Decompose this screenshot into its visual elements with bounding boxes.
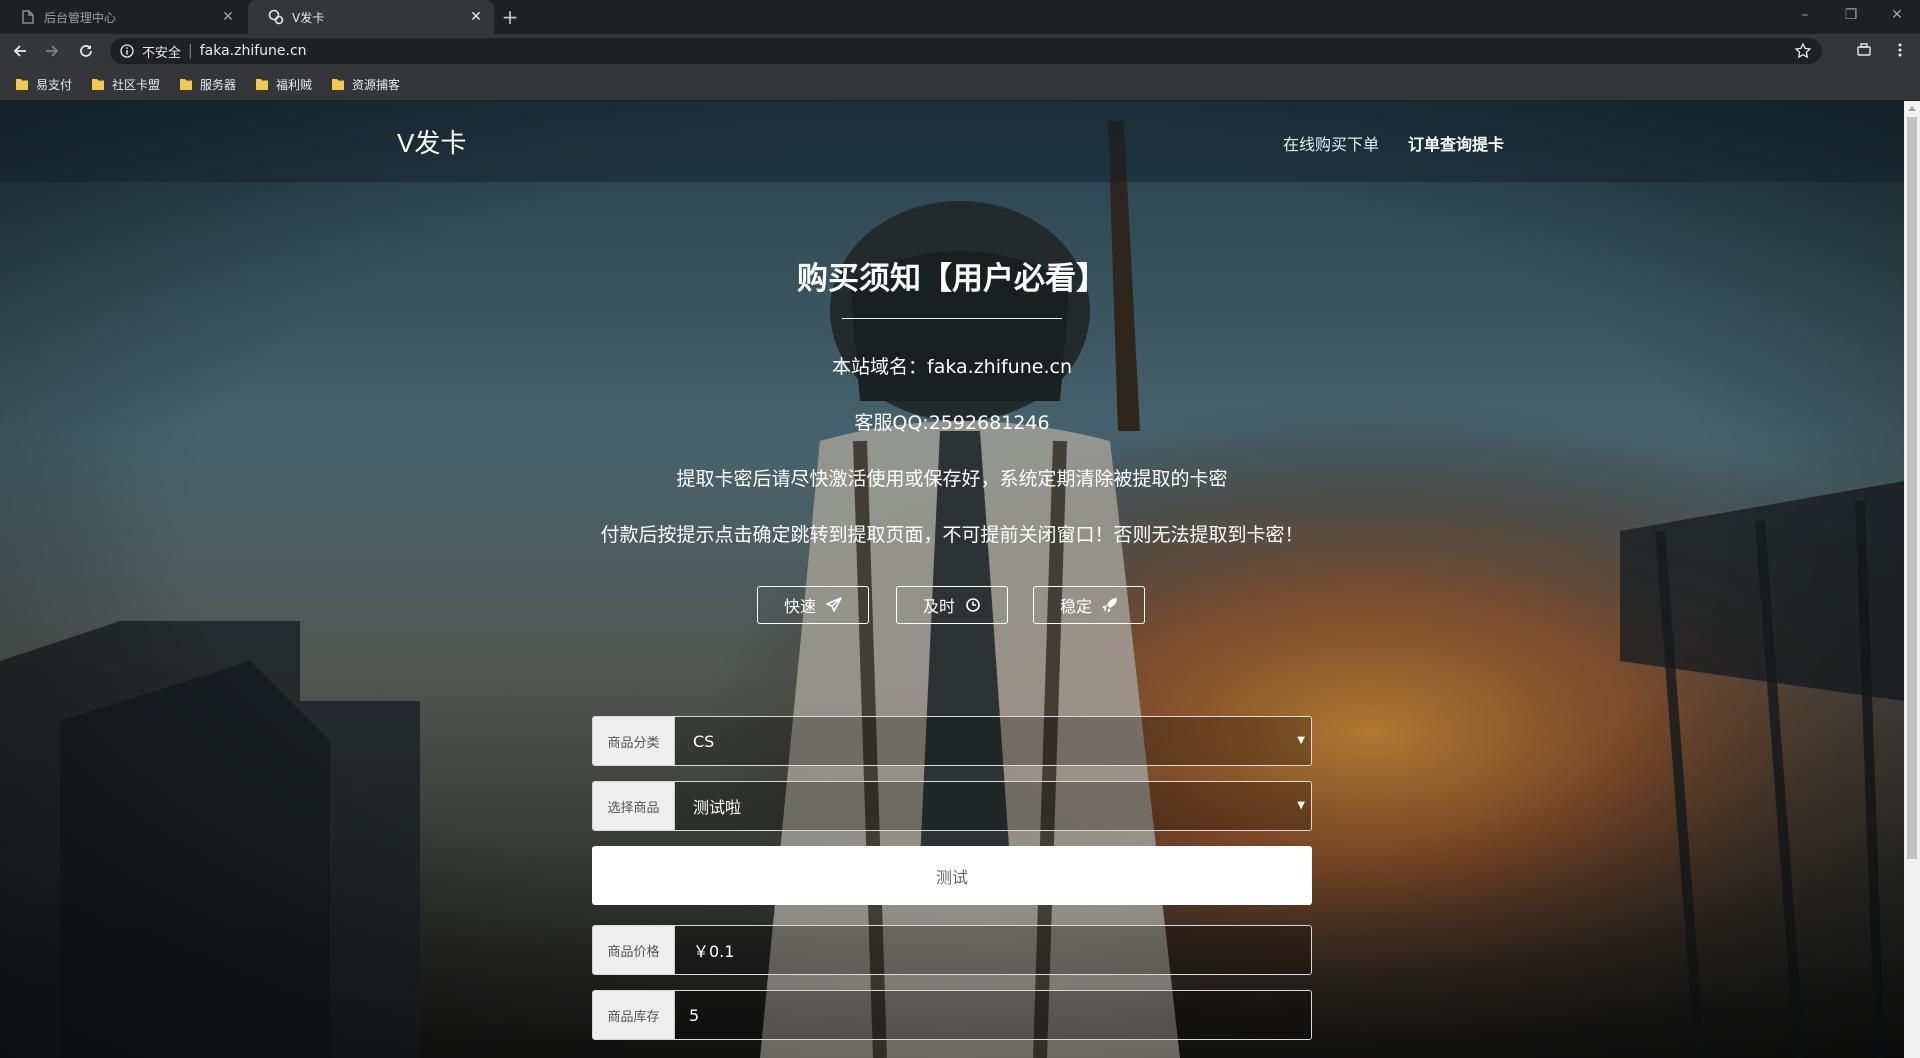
product-selected: 测试啦 [693,798,742,817]
stock-text: 5 [689,1005,700,1025]
price-field: 商品价格 ￥0.1 [592,925,1312,975]
category-label: 商品分类 [593,717,675,765]
bookmark-label: 易支付 [36,77,73,92]
menu-dots-icon[interactable] [1892,42,1910,60]
back-arrow-icon[interactable] [8,39,32,63]
fast-button[interactable]: 快速 [757,586,869,624]
minimize-icon[interactable]: – [1782,0,1828,30]
page-viewport: V发卡 在线购买下单 订单查询提卡 购买须知【用户必看】 本站域名：faka.z… [0,101,1904,1058]
folder-icon [92,79,104,90]
product-label: 选择商品 [593,782,675,830]
bookmark-item[interactable]: 服务器 [180,75,236,93]
dropdown-caret-icon: ▼ [1297,735,1305,746]
close-icon[interactable]: ✕ [220,9,236,25]
fast-button-label: 快速 [783,597,816,616]
stock-field: 商品库存 5 [592,990,1312,1040]
category-value[interactable]: CS ▼ [675,717,1311,765]
background-image [0,101,1904,1058]
price-value: ￥0.1 [675,926,1311,974]
bookmark-label: 社区卡盟 [112,77,161,92]
stable-button[interactable]: 稳定 [1033,586,1145,624]
nav-link-buy[interactable]: 在线购买下单 [1283,131,1379,155]
product-select[interactable]: 选择商品 测试啦 ▼ [592,781,1312,831]
bookmark-label: 服务器 [200,77,237,92]
browser-tab-vfaka[interactable]: V发卡 ✕ [248,0,494,34]
browser-toolbar: 不安全 | faka.zhifune.cn [0,34,1920,68]
paper-plane-icon [826,597,842,613]
reload-icon[interactable] [74,39,98,63]
notice-title: 购买须知【用户必看】 [797,261,1107,297]
notice-tip: 提取卡密后请尽快激活使用或保存好，系统定期清除被提取的卡密 [676,468,1228,490]
timely-button[interactable]: 及时 [896,586,1008,624]
bookmark-item[interactable]: 福利贼 [256,75,312,93]
category-selected: CS [693,731,715,751]
bookmark-item[interactable]: 资源捕客 [332,75,400,93]
page-icon [20,9,36,25]
page-scrollbar[interactable] [1904,101,1920,1058]
folder-icon [256,79,268,90]
extension-icon[interactable] [1856,42,1874,60]
bookmark-item[interactable]: 社区卡盟 [92,75,160,93]
folder-icon [332,79,344,90]
window-close-icon[interactable]: ✕ [1874,0,1920,30]
bookmark-item[interactable]: 易支付 [16,75,72,93]
close-icon[interactable]: ✕ [468,9,484,25]
price-label: 商品价格 [593,926,675,974]
scroll-up-arrow-icon[interactable] [1908,106,1916,111]
price-text: ￥0.1 [693,942,735,961]
product-description: 测试 [592,846,1312,905]
clock-icon [965,597,981,613]
restore-icon[interactable]: ❐ [1828,0,1874,30]
notice-warning: 付款后按提示点击确定跳转到提取页面，不可提前关闭窗口！否则无法提取到卡密！ [600,524,1304,546]
folder-icon [180,79,192,90]
bookmark-label: 福利贼 [276,77,313,92]
bookmarks-bar: 易支付 社区卡盟 服务器 福利贼 资源捕客 [0,68,1920,101]
notice-divider [842,318,1062,319]
address-bar[interactable]: 不安全 | faka.zhifune.cn [110,38,1822,64]
rocket-icon [1102,597,1118,613]
new-tab-button[interactable]: + [498,5,522,29]
star-icon[interactable] [1794,42,1812,60]
browser-tab-strip: 后台管理中心 ✕ V发卡 ✕ + – ❐ ✕ [0,0,1920,34]
forward-arrow-icon[interactable] [40,39,64,63]
bookmark-label: 资源捕客 [352,77,401,92]
nav-link-order-query[interactable]: 订单查询提卡 [1408,131,1504,155]
browser-tab-admin[interactable]: 后台管理中心 ✕ [0,0,246,34]
stock-label: 商品库存 [593,991,675,1039]
info-icon[interactable] [118,42,136,60]
window-controls: – ❐ ✕ [1782,0,1920,30]
stock-value: 5 [675,991,1311,1039]
tab-title: V发卡 [292,10,325,25]
notice-qq: 客服QQ:2592681246 [854,412,1050,434]
timely-button-label: 及时 [922,597,955,616]
folder-icon [16,79,28,90]
security-label[interactable]: 不安全 [142,42,181,61]
dropdown-caret-icon: ▼ [1297,800,1305,811]
tab-title: 后台管理中心 [44,10,117,25]
loading-favicon-icon [268,9,284,25]
scrollbar-thumb[interactable] [1907,117,1917,859]
address-separator: | [188,43,193,59]
site-header: V发卡 在线购买下单 订单查询提卡 [0,101,1904,182]
notice-domain: 本站域名：faka.zhifune.cn [832,356,1072,378]
site-brand[interactable]: V发卡 [397,123,466,160]
stable-button-label: 稳定 [1059,597,1092,616]
category-select[interactable]: 商品分类 CS ▼ [592,716,1312,766]
product-value[interactable]: 测试啦 ▼ [675,782,1311,830]
url-text[interactable]: faka.zhifune.cn [200,43,307,59]
